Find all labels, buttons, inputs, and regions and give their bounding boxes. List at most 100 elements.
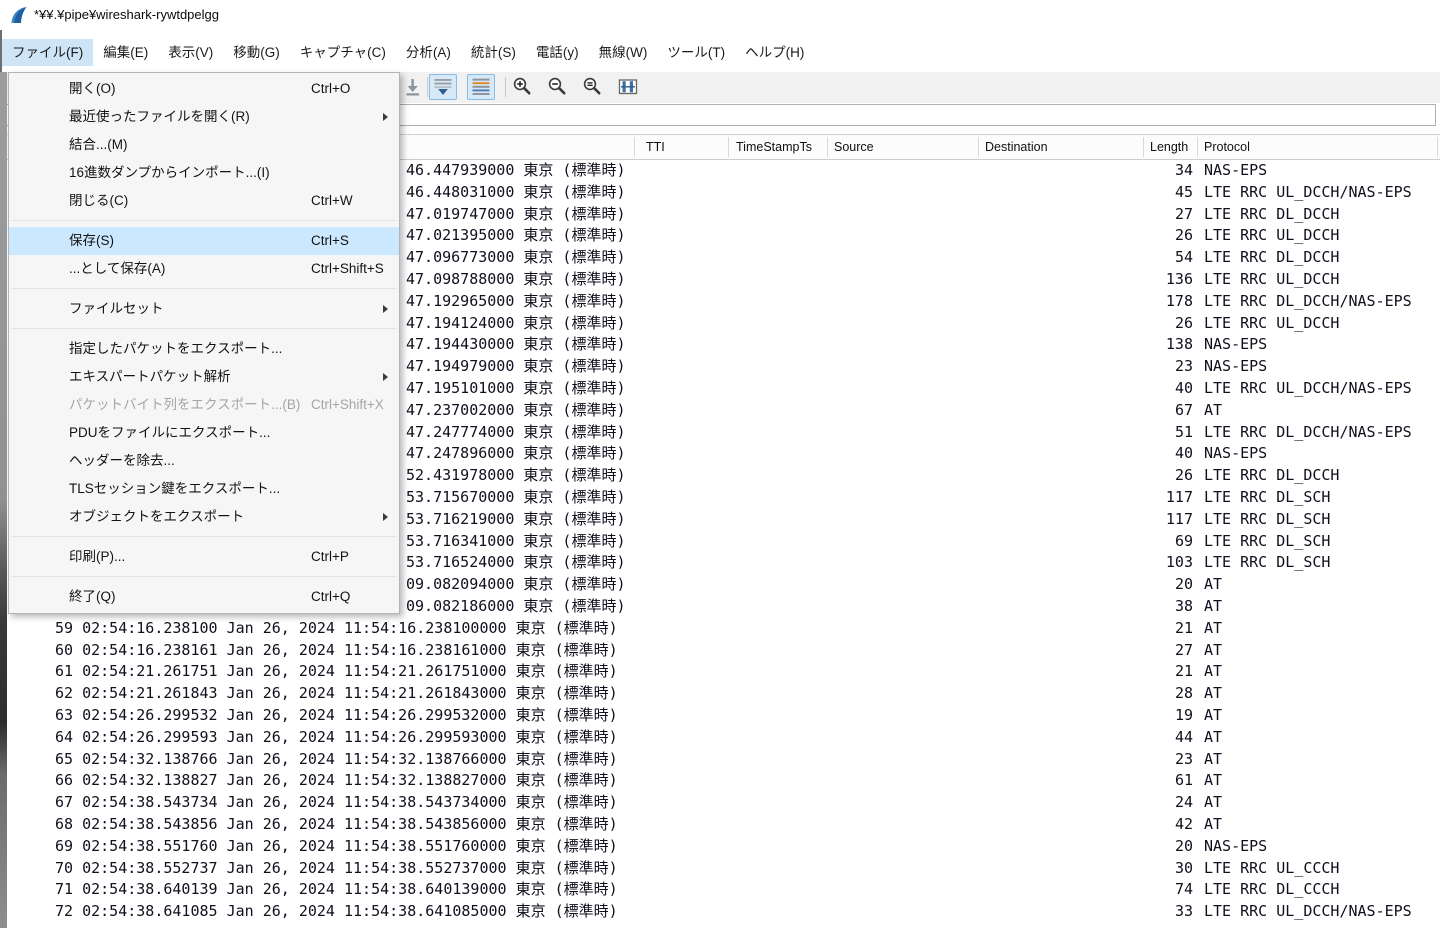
zoom-out-icon (547, 76, 569, 98)
packet-protocol-cell: LTE RRC UL_DCCH/NAS-EPS (1204, 378, 1412, 400)
packet-row[interactable]: 67 02:54:38.543734 Jan 26, 2024 11:54:38… (0, 792, 1440, 814)
column-resize-handle[interactable] (978, 137, 979, 157)
menu-item-open[interactable]: 開く(O)Ctrl+O (9, 75, 399, 103)
packet-row[interactable]: 71 02:54:38.640139 Jan 26, 2024 11:54:38… (0, 879, 1440, 901)
packet-protocol-cell: LTE RRC DL_SCH (1204, 509, 1330, 531)
column-header-length[interactable]: Length (1150, 135, 1188, 159)
packet-row[interactable]: 70 02:54:38.552737 Jan 26, 2024 11:54:38… (0, 858, 1440, 880)
packet-time-cell: 67 02:54:38.543734 Jan 26, 2024 11:54:38… (55, 792, 618, 814)
colorize-packet-list-button[interactable] (467, 74, 495, 100)
packet-time-cell: 47.019747000 東京 (標準時) (406, 204, 626, 226)
packet-length-cell: 103 (1090, 552, 1193, 574)
packet-length-cell: 117 (1090, 487, 1193, 509)
menubar-item-wireless[interactable]: 無線(W) (589, 39, 658, 66)
menu-item-label: PDUをファイルにエクスポート... (69, 419, 270, 447)
menu-item-save[interactable]: 保存(S)Ctrl+S (9, 227, 399, 255)
menu-item-save-as[interactable]: ...として保存(A)Ctrl+Shift+S (9, 255, 399, 283)
menu-item-export-packet-dissections[interactable]: エキスパートパケット解析 (9, 363, 399, 391)
menu-item-label: 16進数ダンプからインポート...(I) (69, 159, 270, 187)
packet-time-cell: 52.431978000 東京 (標準時) (406, 465, 626, 487)
menu-separator (11, 576, 397, 577)
packet-protocol-cell: LTE RRC DL_DCCH/NAS-EPS (1204, 422, 1412, 444)
menu-separator (11, 288, 397, 289)
packet-time-cell: 72 02:54:38.641085 Jan 26, 2024 11:54:38… (55, 901, 618, 923)
menubar-item-statistics[interactable]: 統計(S) (461, 39, 526, 66)
column-header-tti[interactable]: TTI (646, 135, 665, 159)
packet-row[interactable]: 60 02:54:16.238161 Jan 26, 2024 11:54:16… (0, 640, 1440, 662)
menubar-item-telephony[interactable]: 電話(y) (526, 39, 589, 66)
menubar-item-capture[interactable]: キャプチャ(C) (290, 39, 396, 66)
menubar-item-view[interactable]: 表示(V) (158, 39, 223, 66)
resize-columns-button[interactable] (614, 74, 642, 100)
column-header-timestampts[interactable]: TimeStampTs (736, 135, 812, 159)
packet-row[interactable]: 64 02:54:26.299593 Jan 26, 2024 11:54:26… (0, 727, 1440, 749)
packet-length-cell: 117 (1090, 509, 1193, 531)
menu-item-print[interactable]: 印刷(P)...Ctrl+P (9, 543, 399, 571)
menu-item-quit[interactable]: 終了(Q)Ctrl+Q (9, 583, 399, 611)
colorize-icon (470, 76, 492, 98)
packet-row[interactable]: 62 02:54:21.261843 Jan 26, 2024 11:54:21… (0, 683, 1440, 705)
packet-time-cell: 64 02:54:26.299593 Jan 26, 2024 11:54:26… (55, 727, 618, 749)
column-header-destination[interactable]: Destination (985, 135, 1048, 159)
packet-time-cell: 47.237002000 東京 (標準時) (406, 400, 626, 422)
menu-item-import-from-hex-dump[interactable]: 16進数ダンプからインポート...(I) (9, 159, 399, 187)
menu-item-merge[interactable]: 結合...(M) (9, 131, 399, 159)
submenu-arrow-icon (383, 305, 388, 313)
normal-size-button[interactable] (579, 74, 607, 100)
zoom-in-button[interactable] (509, 74, 537, 100)
packet-row[interactable]: 65 02:54:32.138766 Jan 26, 2024 11:54:32… (0, 749, 1440, 771)
menu-item-close[interactable]: 閉じる(C)Ctrl+W (9, 187, 399, 215)
menubar-item-help[interactable]: ヘルプ(H) (735, 39, 814, 66)
packet-time-cell: 47.098788000 東京 (標準時) (406, 269, 626, 291)
column-resize-handle[interactable] (1197, 137, 1198, 157)
packet-protocol-cell: AT (1204, 727, 1222, 749)
packet-length-cell: 40 (1090, 378, 1193, 400)
packet-time-cell: 62 02:54:21.261843 Jan 26, 2024 11:54:21… (55, 683, 618, 705)
packet-time-cell: 09.082094000 東京 (標準時) (406, 574, 626, 596)
column-resize-handle[interactable] (1437, 137, 1438, 157)
packet-protocol-cell: LTE RRC DL_DCCH (1204, 465, 1339, 487)
menu-item-export-objects[interactable]: オブジェクトをエクスポート (9, 503, 399, 531)
packet-row[interactable]: 72 02:54:38.641085 Jan 26, 2024 11:54:38… (0, 901, 1440, 923)
menu-item-label: 指定したパケットをエクスポート... (69, 335, 282, 363)
menu-item-export-specified-packets[interactable]: 指定したパケットをエクスポート... (9, 335, 399, 363)
menu-item-open-recent[interactable]: 最近使ったファイルを開く(R) (9, 103, 399, 131)
auto-scroll-icon (432, 76, 454, 98)
packet-time-cell: 47.194979000 東京 (標準時) (406, 356, 626, 378)
menu-item-strip-headers[interactable]: ヘッダーを除去... (9, 447, 399, 475)
packet-row[interactable]: 69 02:54:38.551760 Jan 26, 2024 11:54:38… (0, 836, 1440, 858)
packet-time-cell: 47.021395000 東京 (標準時) (406, 225, 626, 247)
menubar-item-edit[interactable]: 編集(E) (93, 39, 158, 66)
menubar-item-file[interactable]: ファイル(F) (2, 39, 93, 66)
column-header-source[interactable]: Source (834, 135, 874, 159)
packet-length-cell: 26 (1090, 465, 1193, 487)
zoom-out-button[interactable] (544, 74, 572, 100)
packet-protocol-cell: AT (1204, 792, 1222, 814)
packet-length-cell: 23 (1090, 356, 1193, 378)
packet-protocol-cell: AT (1204, 683, 1222, 705)
auto-scroll-button[interactable] (429, 74, 457, 100)
menubar-item-tools[interactable]: ツール(T) (657, 39, 735, 66)
menu-item-file-set[interactable]: ファイルセット (9, 295, 399, 323)
packet-row[interactable]: 59 02:54:16.238100 Jan 26, 2024 11:54:16… (0, 618, 1440, 640)
column-resize-handle[interactable] (728, 137, 729, 157)
packet-row[interactable]: 61 02:54:21.261751 Jan 26, 2024 11:54:21… (0, 661, 1440, 683)
column-resize-handle[interactable] (1143, 137, 1144, 157)
packet-row[interactable]: 66 02:54:32.138827 Jan 26, 2024 11:54:32… (0, 770, 1440, 792)
packet-protocol-cell: AT (1204, 574, 1222, 596)
menu-item-export-pdus-to-file[interactable]: PDUをファイルにエクスポート... (9, 419, 399, 447)
column-header-protocol[interactable]: Protocol (1204, 135, 1250, 159)
go-to-last-packet-button[interactable] (399, 74, 427, 100)
column-resize-handle[interactable] (634, 137, 635, 157)
packet-protocol-cell: AT (1204, 814, 1222, 836)
menubar-item-go[interactable]: 移動(G) (223, 39, 290, 66)
packet-length-cell: 51 (1090, 422, 1193, 444)
background-window-edge (0, 72, 7, 928)
packet-protocol-cell: LTE RRC DL_DCCH/NAS-EPS (1204, 291, 1412, 313)
packet-row[interactable]: 68 02:54:38.543856 Jan 26, 2024 11:54:38… (0, 814, 1440, 836)
menubar-item-analyze[interactable]: 分析(A) (396, 39, 461, 66)
column-resize-handle[interactable] (827, 137, 828, 157)
packet-time-cell: 63 02:54:26.299532 Jan 26, 2024 11:54:26… (55, 705, 618, 727)
packet-row[interactable]: 63 02:54:26.299532 Jan 26, 2024 11:54:26… (0, 705, 1440, 727)
menu-item-export-tls-session-keys[interactable]: TLSセッション鍵をエクスポート... (9, 475, 399, 503)
